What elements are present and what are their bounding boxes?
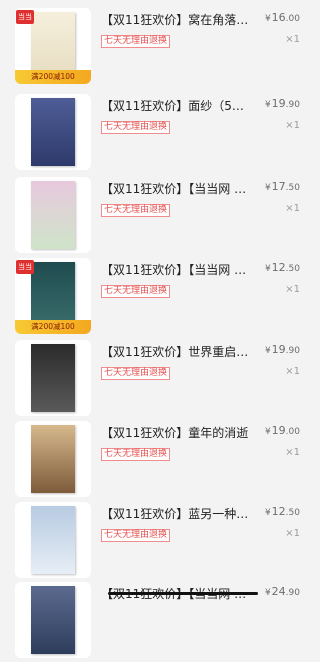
price-integer: 24: [271, 585, 286, 598]
quantity: ×1: [285, 447, 300, 458]
product-price: ¥19.00: [265, 424, 300, 437]
return-policy-tag: 七天无理由退换: [101, 367, 171, 380]
product-thumbnail[interactable]: 当当 满200减100: [15, 258, 91, 334]
dangdang-logo: 当当: [16, 260, 34, 274]
list-item[interactable]: 当当 满200减100 【双11狂欢价】【当当网 正… ¥12.50 七天无理由…: [0, 258, 312, 338]
return-policy-tag: 七天无理由退换: [101, 204, 171, 217]
product-price: ¥12.50: [265, 505, 300, 518]
return-policy-tag: 七天无理由退换: [101, 285, 171, 298]
price-decimal: .90: [285, 588, 300, 598]
price-integer: 12: [271, 505, 286, 518]
promo-strip: 满200减100: [15, 70, 91, 84]
product-price: ¥19.90: [265, 343, 300, 356]
product-title[interactable]: 【双11狂欢价】童年的消逝: [101, 424, 251, 441]
return-policy-tag: 七天无理由退换: [101, 35, 171, 48]
price-integer: 16: [271, 11, 286, 24]
currency-symbol: ¥: [264, 427, 271, 437]
price-decimal: .00: [285, 14, 300, 24]
price-integer: 17: [271, 180, 286, 193]
price-decimal: .50: [285, 183, 300, 193]
price-integer: 12: [271, 261, 286, 274]
return-policy-tag: 七天无理由退换: [101, 448, 171, 461]
currency-symbol: ¥: [264, 346, 271, 356]
product-thumbnail[interactable]: [15, 421, 91, 497]
currency-symbol: ¥: [264, 508, 271, 518]
price-decimal: .90: [285, 346, 300, 356]
list-item[interactable]: 【双11狂欢价】蓝另一种… ¥12.50 七天无理由退换 ×1: [0, 502, 312, 582]
quantity: ×1: [285, 366, 300, 377]
list-item[interactable]: 【双11狂欢价】童年的消逝 ¥19.00 七天无理由退换 ×1: [0, 421, 312, 501]
product-thumbnail[interactable]: 当当 满200减100: [15, 8, 91, 84]
book-cover: [31, 506, 75, 574]
quantity: ×1: [285, 203, 300, 214]
product-thumbnail[interactable]: [15, 340, 91, 416]
product-title[interactable]: 【双11狂欢价】【当当网 正…: [101, 180, 251, 197]
return-policy-tag: 七天无理由退换: [101, 529, 171, 542]
quantity: ×1: [285, 528, 300, 539]
product-title[interactable]: 【双11狂欢价】【当当网 正…: [101, 261, 251, 278]
price-integer: 19: [271, 97, 286, 110]
list-item[interactable]: 【双11狂欢价】世界重启：… ¥19.90 七天无理由退换 ×1: [0, 340, 312, 420]
book-cover: [31, 181, 75, 249]
quantity: ×1: [285, 120, 300, 131]
dangdang-logo: 当当: [16, 10, 34, 24]
price-decimal: .90: [285, 100, 300, 110]
home-indicator: [108, 592, 258, 595]
currency-symbol: ¥: [264, 14, 271, 24]
product-thumbnail[interactable]: [15, 177, 91, 253]
book-cover: [31, 425, 75, 493]
price-integer: 19: [271, 424, 286, 437]
price-decimal: .50: [285, 508, 300, 518]
price-decimal: .50: [285, 264, 300, 274]
product-price: ¥19.90: [265, 97, 300, 110]
return-policy-tag: 七天无理由退换: [101, 121, 171, 134]
product-title[interactable]: 【双11狂欢价】蓝另一种…: [101, 505, 251, 522]
currency-symbol: ¥: [264, 100, 271, 110]
product-thumbnail[interactable]: [15, 94, 91, 170]
quantity: ×1: [285, 284, 300, 295]
currency-symbol: ¥: [264, 264, 271, 274]
book-cover: [31, 344, 75, 412]
product-price: ¥12.50: [265, 261, 300, 274]
price-decimal: .00: [285, 427, 300, 437]
quantity: ×1: [285, 34, 300, 45]
book-cover: [31, 98, 75, 166]
list-item[interactable]: 当当 满200减100 【双11狂欢价】窝在角落好… ¥16.00 七天无理由退…: [0, 8, 312, 88]
product-title[interactable]: 【双11狂欢价】世界重启：…: [101, 343, 251, 360]
list-item[interactable]: 【双11狂欢价】【当当网 正… ¥17.50 七天无理由退换 ×1: [0, 177, 312, 257]
product-title[interactable]: 【双11狂欢价】窝在角落好…: [101, 11, 251, 28]
currency-symbol: ¥: [264, 588, 271, 598]
product-price: ¥16.00: [265, 11, 300, 24]
currency-symbol: ¥: [264, 183, 271, 193]
product-title[interactable]: 【双11狂欢价】面纱（50…: [101, 97, 251, 114]
product-thumbnail[interactable]: [15, 502, 91, 578]
book-cover: [31, 586, 75, 654]
product-thumbnail[interactable]: [15, 582, 91, 658]
product-price: ¥24.90: [265, 585, 300, 598]
list-item[interactable]: 【双11狂欢价】面纱（50… ¥19.90 七天无理由退换 ×1: [0, 94, 312, 174]
price-integer: 19: [271, 343, 286, 356]
promo-strip: 满200减100: [15, 320, 91, 334]
product-price: ¥17.50: [265, 180, 300, 193]
